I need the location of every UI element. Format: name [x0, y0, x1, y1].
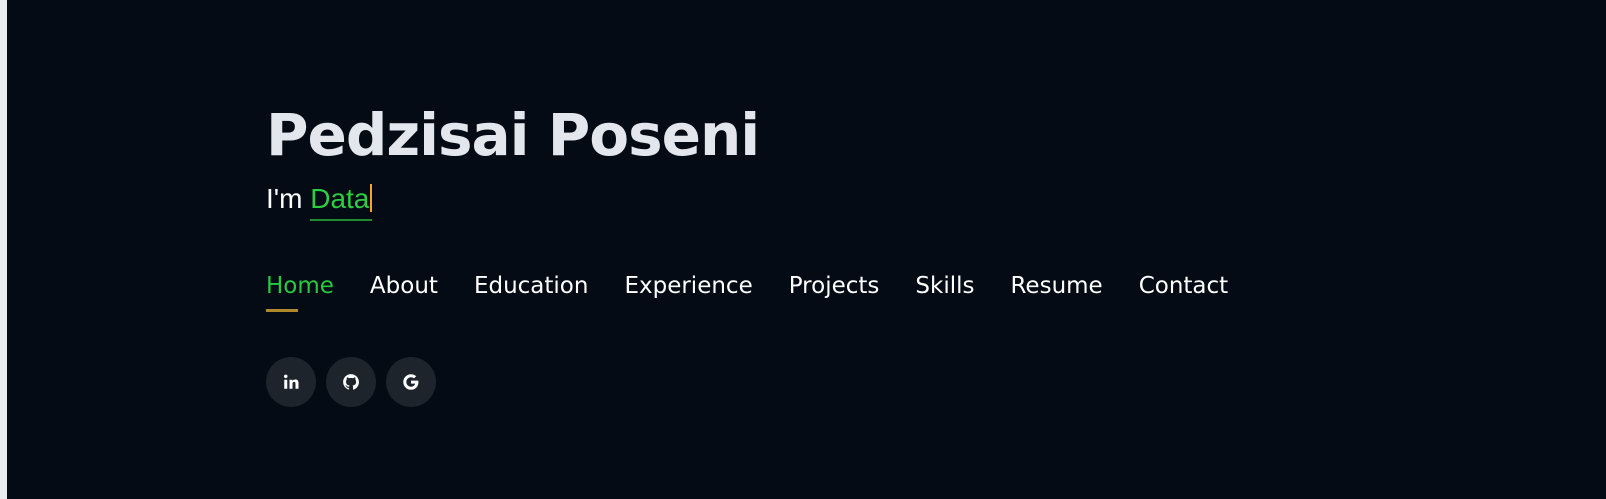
hero-section: Pedzisai Poseni I'm Data Home About Educ… [7, 0, 1606, 499]
tagline-typed-text: Data [310, 183, 373, 221]
nav-item-education[interactable]: Education [474, 271, 589, 301]
nav-item-projects[interactable]: Projects [789, 271, 880, 301]
linkedin-button[interactable] [266, 357, 316, 407]
nav-item-skills[interactable]: Skills [915, 271, 974, 301]
typed-word: Data [310, 183, 370, 214]
nav-item-contact[interactable]: Contact [1139, 271, 1228, 301]
linkedin-icon [284, 374, 299, 389]
typing-cursor [370, 184, 373, 212]
social-links [266, 357, 436, 407]
nav-item-resume[interactable]: Resume [1010, 271, 1102, 301]
hero-content: Pedzisai Poseni I'm Data [266, 96, 760, 221]
hero-tagline: I'm Data [266, 182, 759, 221]
nav-item-home[interactable]: Home [266, 271, 334, 312]
github-icon [343, 374, 359, 390]
nav-item-about[interactable]: About [370, 271, 438, 301]
google-icon [403, 374, 419, 390]
hero-name: Pedzisai Poseni [266, 101, 760, 169]
github-button[interactable] [326, 357, 376, 407]
google-button[interactable] [386, 357, 436, 407]
tagline-prefix: I'm [266, 183, 311, 214]
window-left-edge [0, 0, 7, 499]
main-nav: Home About Education Experience Projects… [266, 271, 1264, 312]
nav-item-experience[interactable]: Experience [624, 271, 752, 301]
